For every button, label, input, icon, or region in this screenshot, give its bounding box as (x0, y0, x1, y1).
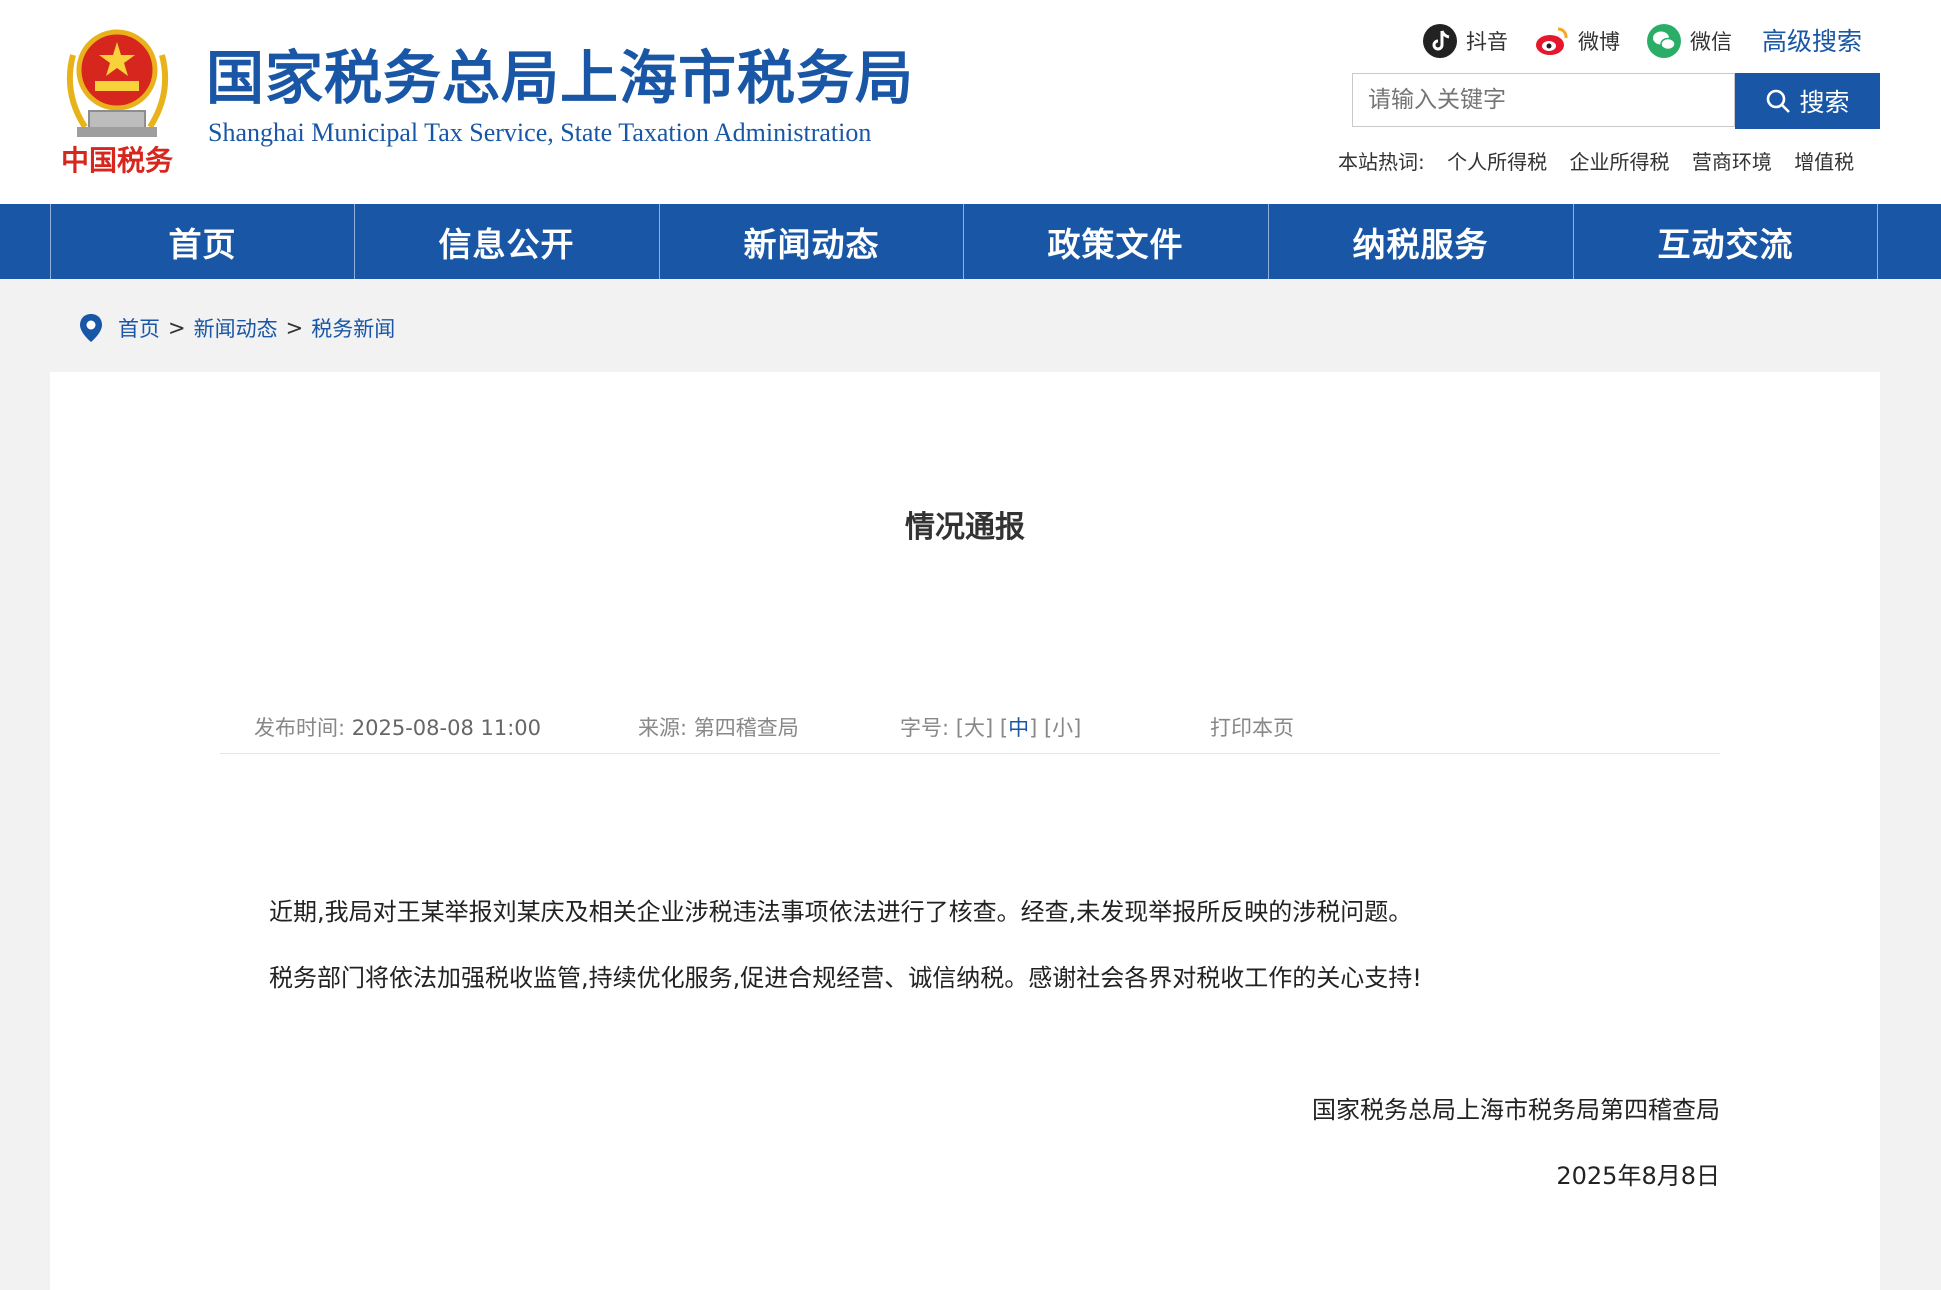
hot-word[interactable]: 营商环境 (1692, 150, 1772, 174)
tax-emblem-logo[interactable]: 中国税务 (55, 15, 180, 180)
weibo-label: 微博 (1578, 30, 1620, 54)
font-size-label: 字号: (900, 716, 950, 740)
article-paragraph: 税务部门将依法加强税收监管,持续优化服务,促进合规经营、诚信纳税。感谢社会各界对… (269, 964, 1422, 992)
douyin-link[interactable]: 抖音 (1422, 20, 1508, 62)
publish-time: 发布时间: 2025-08-08 11:00 (254, 712, 541, 742)
article-signature: 国家税务总局上海市税务局第四稽查局 (1312, 1096, 1720, 1124)
article-title: 情况通报 (905, 510, 1025, 545)
nav-item-interaction[interactable]: 互动交流 (1573, 204, 1877, 279)
font-size-large[interactable]: 大 (964, 716, 985, 740)
publish-time-value: 2025-08-08 11:00 (351, 716, 542, 740)
font-size-medium[interactable]: 中 (1008, 716, 1029, 740)
article-date: 2025年8月8日 (1556, 1162, 1720, 1190)
source: 来源: 第四稽查局 (638, 712, 799, 742)
print-page-link[interactable]: 打印本页 (1210, 712, 1294, 742)
hot-word[interactable]: 增值税 (1794, 150, 1854, 174)
breadcrumb-separator: > (285, 316, 304, 340)
source-value: 第四稽查局 (693, 716, 799, 740)
hot-words-label: 本站热词: (1338, 150, 1425, 174)
advanced-search-link[interactable]: 高级搜索 (1762, 22, 1862, 58)
nav-divider (1877, 204, 1878, 279)
article-panel: 情况通报 发布时间: 2025-08-08 11:00 来源: 第四稽查局 字号… (50, 372, 1880, 1290)
breadcrumb-separator: > (168, 316, 186, 340)
meta-divider (220, 753, 1720, 754)
font-size-small[interactable]: 小 (1052, 716, 1073, 740)
font-size-switcher: 字号: [大] [中] [小] (900, 716, 1082, 740)
douyin-label: 抖音 (1466, 30, 1508, 54)
wechat-icon (1647, 24, 1681, 58)
site-subtitle: Shanghai Municipal Tax Service, State Ta… (208, 118, 872, 147)
nav-item-policy[interactable]: 政策文件 (963, 204, 1267, 279)
source-label: 来源: (638, 716, 688, 740)
breadcrumb: 首页 > 新闻动态 > 税务新闻 (78, 310, 395, 346)
breadcrumb-news[interactable]: 新闻动态 (194, 313, 278, 343)
weibo-link[interactable]: 微博 (1534, 20, 1620, 62)
douyin-icon (1423, 24, 1457, 58)
location-pin-icon (80, 314, 102, 342)
search-button-label: 搜索 (1799, 88, 1850, 117)
site-header: 中国税务 国家税务总局上海市税务局 Shanghai Municipal Tax… (0, 0, 1941, 204)
hot-word[interactable]: 个人所得税 (1447, 150, 1547, 174)
nav-item-tax-service[interactable]: 纳税服务 (1268, 204, 1572, 279)
search-button[interactable]: 搜索 (1735, 73, 1880, 129)
nav-item-news[interactable]: 新闻动态 (659, 204, 963, 279)
nav-item-home[interactable]: 首页 (50, 204, 354, 279)
main-nav: 首页 信息公开 新闻动态 政策文件 纳税服务 互动交流 (0, 204, 1941, 279)
breadcrumb-home[interactable]: 首页 (118, 313, 160, 343)
svg-text:中国税务: 中国税务 (61, 144, 173, 177)
wechat-label: 微信 (1690, 30, 1732, 54)
nav-item-info-disclosure[interactable]: 信息公开 (354, 204, 658, 279)
weibo-icon (1536, 27, 1568, 55)
site-title[interactable]: 国家税务总局上海市税务局 (206, 42, 914, 114)
hot-word[interactable]: 企业所得税 (1569, 150, 1669, 174)
breadcrumb-tax-news[interactable]: 税务新闻 (311, 313, 395, 343)
hot-words: 本站热词: 个人所得税 企业所得税 营商环境 增值税 (1338, 146, 1854, 175)
wechat-link[interactable]: 微信 (1646, 20, 1732, 62)
search-input[interactable] (1352, 73, 1735, 127)
article-paragraph: 近期,我局对王某举报刘某庆及相关企业涉税违法事项依法进行了核查。经查,未发现举报… (269, 898, 1413, 926)
search-icon (1767, 89, 1791, 113)
publish-time-label: 发布时间: (254, 716, 346, 740)
